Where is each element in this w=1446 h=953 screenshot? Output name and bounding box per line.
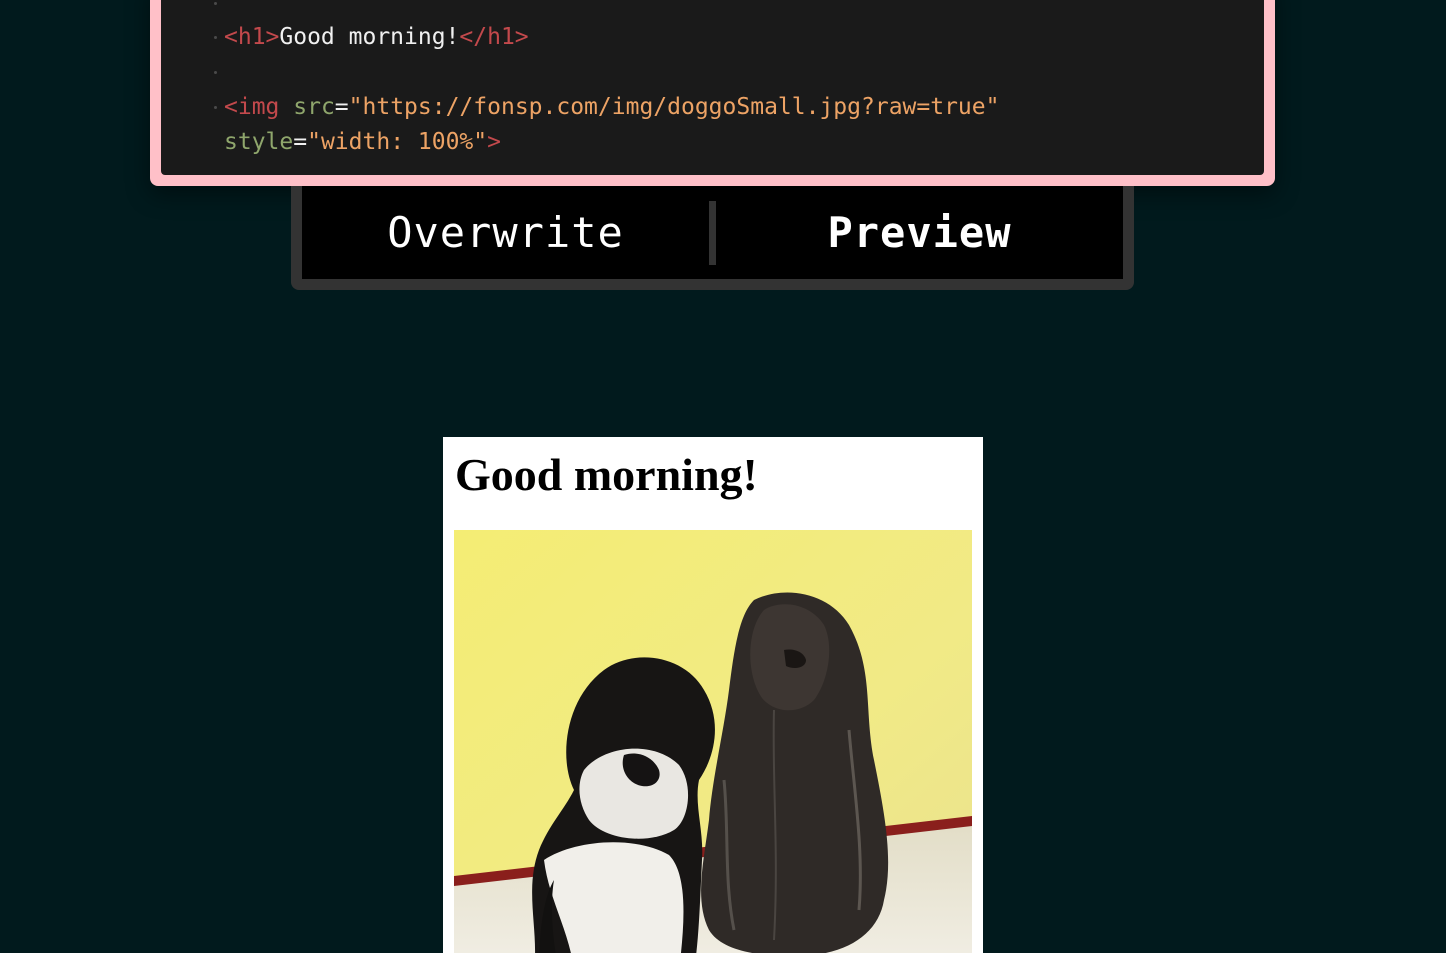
view-toggle-inner: Overwrite Preview xyxy=(302,186,1123,279)
toggle-divider xyxy=(709,200,716,265)
code-equals: = xyxy=(334,94,349,120)
code-string-style: "width: 100%" xyxy=(307,129,488,155)
code-text-content: Good morning! xyxy=(279,24,460,50)
photo-of-two-dogs-icon xyxy=(454,530,972,953)
gutter-dot xyxy=(214,2,217,5)
code-editor[interactable]: <h1>Good morning!</h1> <img src="https:/… xyxy=(161,0,1264,175)
gutter-dot xyxy=(214,71,217,74)
code-tag-end: > xyxy=(487,129,501,155)
code-editor-card: <h1>Good morning!</h1> <img src="https:/… xyxy=(150,0,1275,186)
code-line-img-cont[interactable]: style="width: 100%"> xyxy=(224,127,501,157)
preview-button[interactable]: Preview xyxy=(716,186,1123,279)
code-line-h1[interactable]: <h1>Good morning!</h1> xyxy=(224,22,529,52)
code-tag-open: <h1> xyxy=(224,24,280,50)
preview-panel: Good morning! xyxy=(443,437,983,953)
dog-photo xyxy=(454,530,972,953)
code-tag-close: </h1> xyxy=(459,24,529,50)
code-tag-img: <img xyxy=(224,94,280,120)
view-toggle: Overwrite Preview xyxy=(291,186,1134,290)
code-equals: = xyxy=(293,129,308,155)
page: <h1>Good morning!</h1> <img src="https:/… xyxy=(0,0,1446,953)
preview-heading: Good morning! xyxy=(455,449,758,500)
code-attr-style: style xyxy=(224,129,294,155)
gutter-dot xyxy=(214,106,217,109)
gutter-dot xyxy=(214,36,217,39)
code-string-src: "https://fonsp.com/img/doggoSmall.jpg?ra… xyxy=(348,94,1000,120)
code-attr-src: src xyxy=(293,94,335,120)
code-line-img[interactable]: <img src="https://fonsp.com/img/doggoSma… xyxy=(224,92,999,122)
overwrite-button[interactable]: Overwrite xyxy=(302,186,709,279)
